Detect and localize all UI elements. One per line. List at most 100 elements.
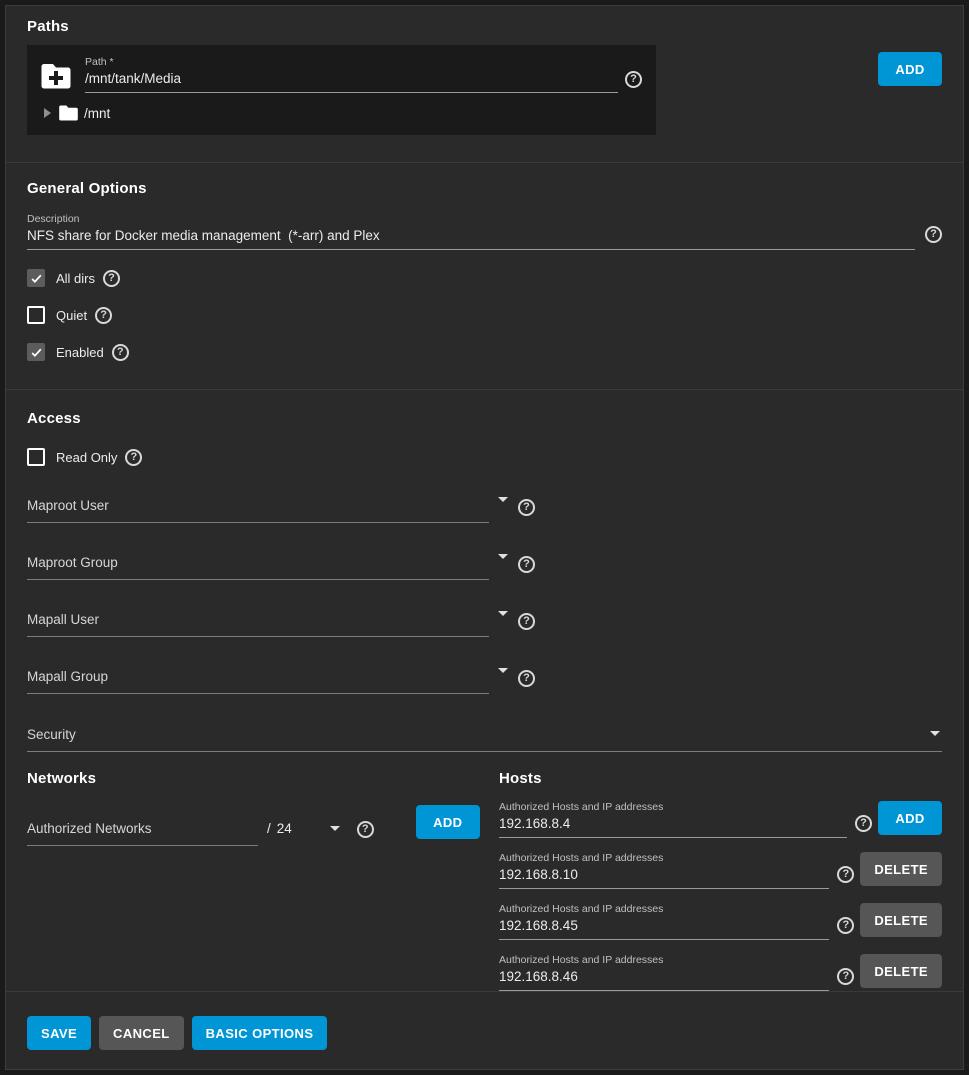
host-field-value[interactable]: 192.168.8.10	[499, 867, 829, 882]
checkbox-row-all-dirs[interactable]: All dirs ?	[27, 269, 942, 287]
access-heading: Access	[27, 410, 942, 427]
host-row: Authorized Hosts and IP addresses 192.16…	[499, 954, 942, 991]
path-field-label: Path *	[85, 56, 618, 68]
dropdown-arrow-icon[interactable]	[498, 611, 508, 616]
authorized-network-row: Authorized Networks / 24 ? ADD	[27, 805, 499, 846]
mapall-group-row: Mapall Group ?	[27, 667, 942, 694]
networks-heading: Networks	[27, 770, 499, 787]
dropdown-arrow-icon[interactable]	[498, 668, 508, 673]
section-divider	[6, 389, 963, 390]
general-options-heading: General Options	[27, 180, 942, 197]
all-dirs-help-icon[interactable]: ?	[103, 270, 120, 287]
mapall-group-select[interactable]: Mapall Group	[27, 667, 489, 694]
security-row: Security	[27, 725, 942, 752]
path-field[interactable]: Path * /mnt/tank/Media	[85, 56, 618, 93]
description-label: Description	[27, 213, 915, 225]
host-delete-button[interactable]: DELETE	[860, 852, 942, 886]
security-label: Security	[27, 727, 76, 742]
security-select[interactable]: Security	[27, 725, 942, 752]
section-divider	[6, 162, 963, 163]
add-folder-icon[interactable]	[41, 63, 71, 89]
host-row: Authorized Hosts and IP addresses 192.16…	[499, 801, 942, 838]
dropdown-arrow-icon[interactable]	[930, 731, 940, 736]
checkbox-row-enabled[interactable]: Enabled ?	[27, 343, 942, 361]
cidr-separator: /	[267, 821, 271, 836]
all-dirs-label: All dirs	[56, 271, 95, 286]
quiet-checkbox[interactable]	[27, 306, 45, 324]
enabled-checkbox[interactable]	[27, 343, 45, 361]
host-field-value[interactable]: 192.168.8.45	[499, 918, 829, 933]
maproot-group-help-icon[interactable]: ?	[518, 556, 535, 573]
description-value[interactable]: NFS share for Docker media management (*…	[27, 228, 915, 243]
host-field-2[interactable]: Authorized Hosts and IP addresses 192.16…	[499, 852, 829, 889]
maproot-group-select[interactable]: Maproot Group	[27, 553, 489, 580]
all-dirs-checkbox[interactable]	[27, 269, 45, 287]
network-add-button[interactable]: ADD	[416, 805, 480, 839]
host-row: Authorized Hosts and IP addresses 192.16…	[499, 852, 942, 889]
cidr-select[interactable]: 24	[277, 821, 340, 836]
description-field[interactable]: Description NFS share for Docker media m…	[27, 213, 915, 250]
enabled-label: Enabled	[56, 345, 104, 360]
enabled-help-icon[interactable]: ?	[112, 344, 129, 361]
host-add-button[interactable]: ADD	[878, 801, 942, 835]
host-field-3[interactable]: Authorized Hosts and IP addresses 192.16…	[499, 903, 829, 940]
section-paths: Paths Path * /mnt/tank/Media ?	[27, 18, 942, 135]
host-help-icon[interactable]: ?	[837, 866, 854, 883]
host-field-label: Authorized Hosts and IP addresses	[499, 954, 829, 966]
host-field-value[interactable]: 192.168.8.4	[499, 816, 847, 831]
maproot-user-label: Maproot User	[27, 498, 109, 513]
description-help-icon[interactable]: ?	[925, 226, 942, 243]
path-explorer-panel: Path * /mnt/tank/Media ? /mnt	[27, 45, 656, 135]
read-only-help-icon[interactable]: ?	[125, 449, 142, 466]
networks-hosts-columns: Networks Authorized Networks / 24 ? ADD …	[27, 770, 942, 991]
path-field-value[interactable]: /mnt/tank/Media	[85, 71, 618, 86]
tree-node-label: /mnt	[84, 106, 110, 121]
host-field-value[interactable]: 192.168.8.46	[499, 969, 829, 984]
paths-add-button[interactable]: ADD	[878, 52, 942, 86]
maproot-group-label: Maproot Group	[27, 555, 118, 570]
quiet-help-icon[interactable]: ?	[95, 307, 112, 324]
host-field-4[interactable]: Authorized Hosts and IP addresses 192.16…	[499, 954, 829, 991]
host-field-1[interactable]: Authorized Hosts and IP addresses 192.16…	[499, 801, 847, 838]
host-field-label: Authorized Hosts and IP addresses	[499, 903, 829, 915]
path-help-icon[interactable]: ?	[625, 71, 642, 88]
host-field-label: Authorized Hosts and IP addresses	[499, 801, 847, 813]
host-field-label: Authorized Hosts and IP addresses	[499, 852, 829, 864]
cancel-button[interactable]: CANCEL	[99, 1016, 184, 1050]
tree-node-mnt[interactable]: /mnt	[41, 105, 642, 121]
save-button[interactable]: SAVE	[27, 1016, 91, 1050]
mapall-group-help-icon[interactable]: ?	[518, 670, 535, 687]
authorized-networks-input[interactable]: Authorized Networks	[27, 819, 258, 846]
host-delete-button[interactable]: DELETE	[860, 903, 942, 937]
host-delete-button[interactable]: DELETE	[860, 954, 942, 988]
section-access: Access Read Only ? Maproot User ? Maproo…	[27, 410, 942, 752]
maproot-user-help-icon[interactable]: ?	[518, 499, 535, 516]
authorized-networks-label: Authorized Networks	[27, 821, 152, 836]
quiet-label: Quiet	[56, 308, 87, 323]
basic-options-button[interactable]: BASIC OPTIONS	[192, 1016, 328, 1050]
maproot-user-select[interactable]: Maproot User	[27, 496, 489, 523]
folder-icon	[59, 105, 78, 121]
read-only-checkbox[interactable]	[27, 448, 45, 466]
maproot-user-row: Maproot User ?	[27, 496, 942, 523]
nfs-share-form: Paths Path * /mnt/tank/Media ?	[5, 5, 964, 1070]
footer-actions: SAVE CANCEL BASIC OPTIONS	[27, 992, 942, 1069]
network-help-icon[interactable]: ?	[357, 821, 374, 838]
paths-heading: Paths	[27, 18, 942, 35]
dropdown-arrow-icon[interactable]	[498, 554, 508, 559]
host-help-icon[interactable]: ?	[837, 968, 854, 985]
mapall-user-label: Mapall User	[27, 612, 99, 627]
host-help-icon[interactable]: ?	[837, 917, 854, 934]
section-networks: Networks Authorized Networks / 24 ? ADD	[27, 770, 499, 991]
expand-arrow-icon[interactable]	[44, 108, 51, 118]
checkbox-row-quiet[interactable]: Quiet ?	[27, 306, 942, 324]
mapall-user-select[interactable]: Mapall User	[27, 610, 489, 637]
host-help-icon[interactable]: ?	[855, 815, 872, 832]
mapall-user-help-icon[interactable]: ?	[518, 613, 535, 630]
section-general-options: General Options Description NFS share fo…	[27, 180, 942, 361]
read-only-label: Read Only	[56, 450, 117, 465]
dropdown-arrow-icon[interactable]	[330, 826, 340, 831]
checkbox-row-read-only[interactable]: Read Only ?	[27, 448, 942, 466]
dropdown-arrow-icon[interactable]	[498, 497, 508, 502]
hosts-heading: Hosts	[499, 770, 942, 787]
